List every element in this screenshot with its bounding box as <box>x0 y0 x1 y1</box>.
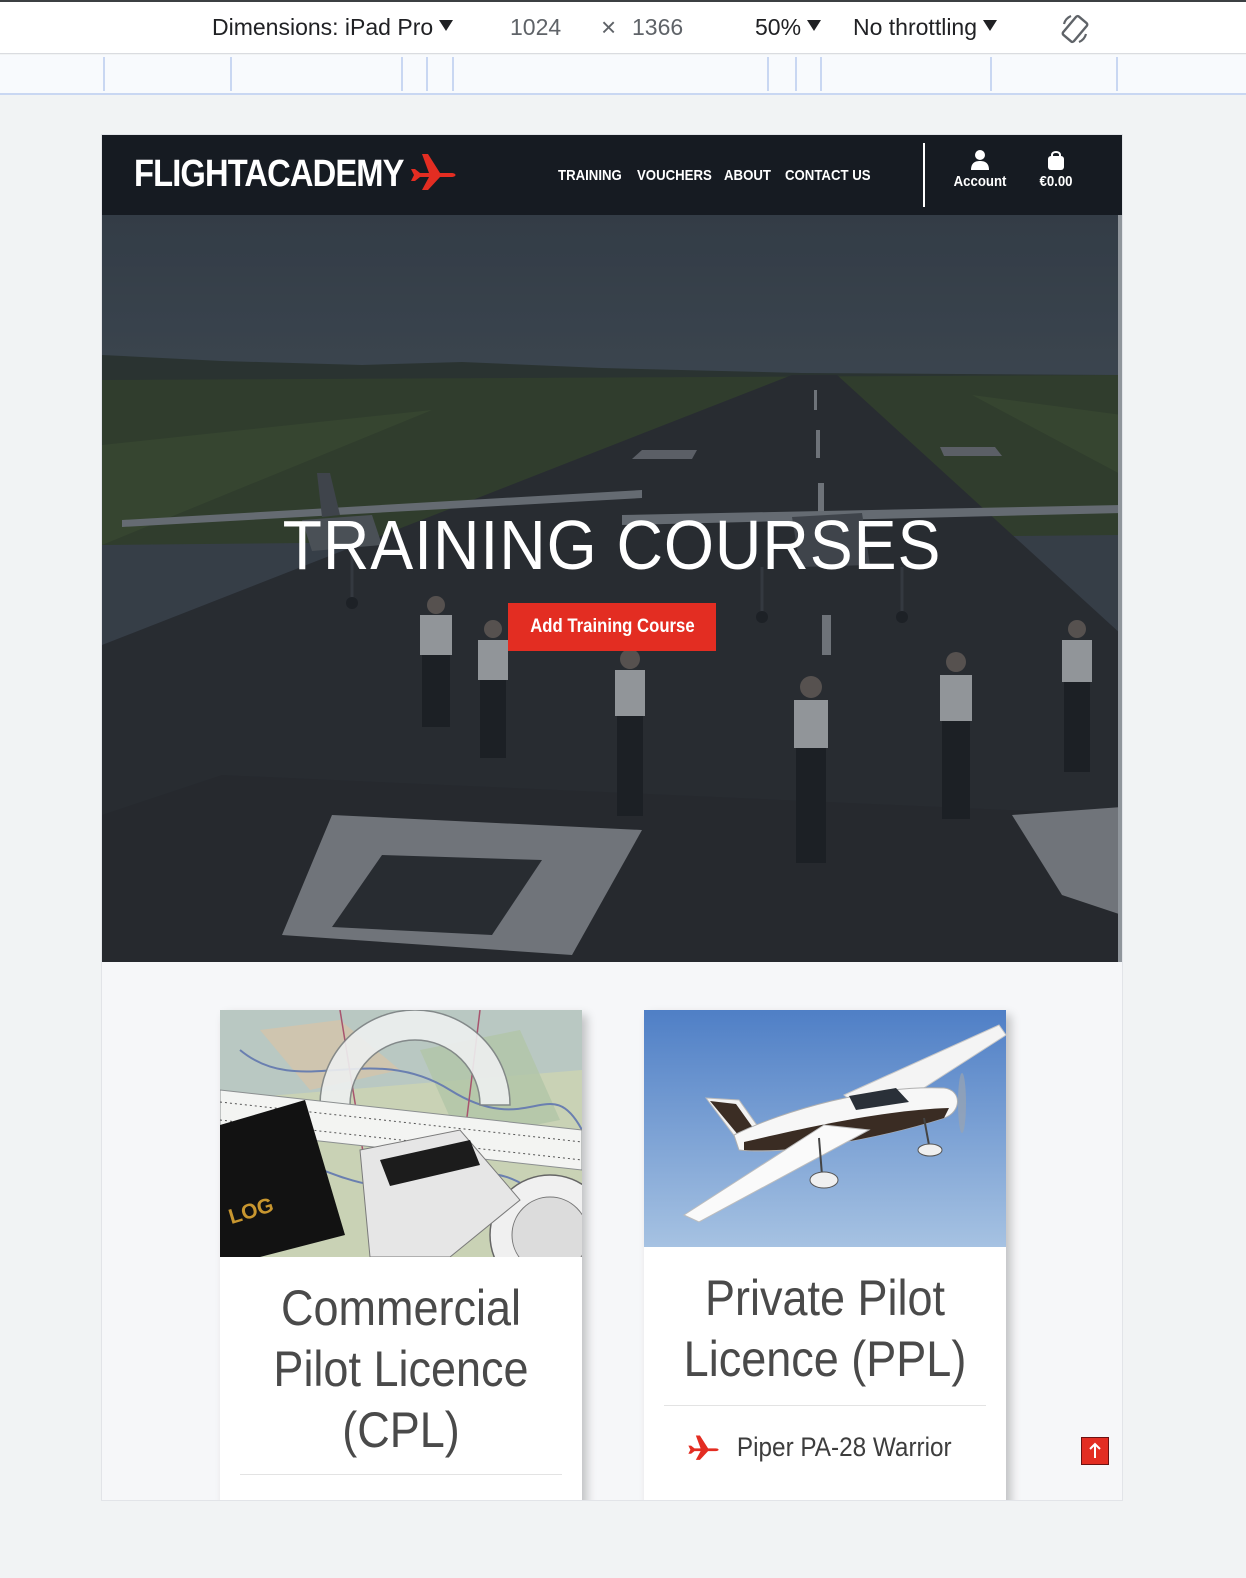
scrollbar[interactable] <box>1118 215 1122 962</box>
card-divider <box>664 1405 986 1406</box>
back-to-top-button[interactable] <box>1081 1437 1109 1465</box>
user-icon <box>971 150 989 170</box>
nav-vouchers[interactable]: VOUCHERS <box>637 167 712 184</box>
throttling-label: No throttling <box>853 14 978 40</box>
nav-divider <box>923 143 925 207</box>
ruler-tick <box>795 57 797 91</box>
times-icon: × <box>601 12 617 42</box>
ruler-tick <box>820 57 822 91</box>
add-training-course-button[interactable]: Add Training Course <box>508 603 716 651</box>
height-field[interactable]: 1366 <box>632 14 683 41</box>
aircraft-name: Piper PA-28 Warrior <box>736 1432 952 1462</box>
account-label: Account <box>953 173 1007 190</box>
card-title-line: Licence (PPL) <box>683 1331 967 1387</box>
nav-about[interactable]: ABOUT <box>724 167 771 184</box>
ruler-tick <box>452 57 454 91</box>
device-viewport: FLIGHTACADEMY TRAINING VOUCHERS ABOUT CO… <box>102 135 1122 1500</box>
course-card-cpl[interactable]: LOG Commercial Pilot Licence (CPL) <box>220 1010 582 1500</box>
airplane-icon <box>411 154 456 190</box>
card-title-line: Commercial <box>280 1280 522 1336</box>
card-divider <box>240 1474 562 1475</box>
card-title-line: (CPL) <box>342 1402 460 1458</box>
cart-total: €0.00 <box>1039 173 1073 190</box>
ruler-tick <box>426 57 428 91</box>
width-field[interactable]: 1024 <box>510 14 561 41</box>
rotate-icon[interactable] <box>1058 12 1092 46</box>
course-image-aircraft <box>644 1010 1006 1247</box>
zoom-label: 50% <box>755 14 802 40</box>
shopping-bag-icon <box>1048 151 1064 170</box>
hero-banner: TRAINING COURSES Add Training Course <box>102 215 1122 962</box>
dimensions-dropdown[interactable]: Dimensions: iPad Pro <box>212 14 454 41</box>
hero-background-image <box>102 215 1122 962</box>
media-query-bar[interactable] <box>0 55 1246 95</box>
nav-training[interactable]: TRAINING <box>558 167 622 184</box>
hero-title: TRAINING COURSES <box>282 506 942 584</box>
zoom-dropdown[interactable]: 50% <box>755 14 822 41</box>
caret-down-icon <box>983 20 998 31</box>
course-card-ppl[interactable]: Private Pilot Licence (PPL) Piper PA-28 … <box>644 1010 1006 1500</box>
card-title-line: Private Pilot <box>704 1270 946 1326</box>
add-training-course-label: Add Training Course <box>529 616 695 637</box>
site-navbar: FLIGHTACADEMY TRAINING VOUCHERS ABOUT CO… <box>102 135 1122 215</box>
ruler-tick <box>767 57 769 91</box>
devtools-toolbar: Dimensions: iPad Pro 1024 × 1366 50% No … <box>0 0 1246 54</box>
course-image-charts: LOG <box>220 1010 582 1257</box>
cart-button[interactable]: €0.00 <box>1030 149 1082 190</box>
dimensions-label: Dimensions: iPad Pro <box>212 14 434 40</box>
ruler-tick <box>401 57 403 91</box>
site-logo[interactable]: FLIGHTACADEMY <box>134 153 404 196</box>
aircraft-label: Piper PA-28 Warrior <box>644 1432 1006 1463</box>
account-button[interactable]: Account <box>950 149 1010 190</box>
ruler-tick <box>103 57 105 91</box>
caret-down-icon <box>807 20 822 31</box>
card-title-line: Pilot Licence <box>273 1341 529 1397</box>
arrow-up-icon <box>1089 1442 1101 1458</box>
airplane-icon <box>688 1435 719 1460</box>
nav-contact-us[interactable]: CONTACT US <box>785 167 871 184</box>
ruler-tick <box>230 57 232 91</box>
caret-down-icon <box>439 20 454 31</box>
ruler-tick <box>990 57 992 91</box>
ruler-tick <box>1116 57 1118 91</box>
throttling-dropdown[interactable]: No throttling <box>853 14 998 41</box>
